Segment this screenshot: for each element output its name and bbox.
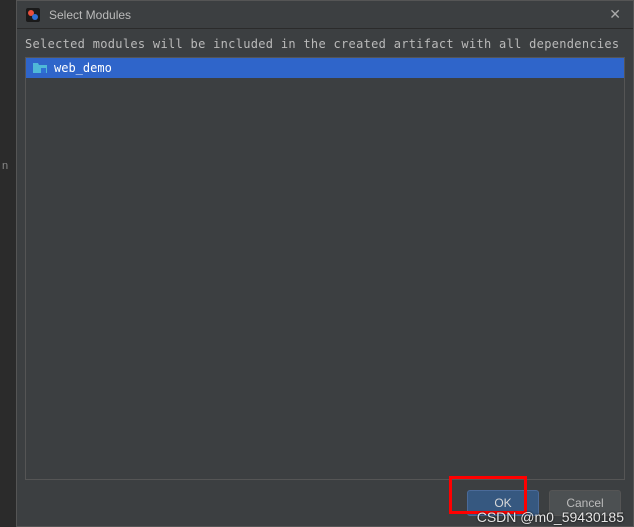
module-list[interactable]: web_demo [25,57,625,480]
dialog-description: Selected modules will be included in the… [17,29,633,57]
module-icon [32,61,48,75]
edge-character: n [2,160,8,172]
module-label: web_demo [54,61,112,75]
titlebar: Select Modules ✕ [17,1,633,29]
app-icon [25,7,41,23]
cancel-button[interactable]: Cancel [549,490,621,516]
ok-button[interactable]: OK [467,490,539,516]
select-modules-dialog: Select Modules ✕ Selected modules will b… [16,0,634,527]
button-bar: OK Cancel [17,480,633,526]
list-item[interactable]: web_demo [26,58,624,78]
close-icon[interactable]: ✕ [605,6,625,23]
dialog-title: Select Modules [49,8,605,22]
